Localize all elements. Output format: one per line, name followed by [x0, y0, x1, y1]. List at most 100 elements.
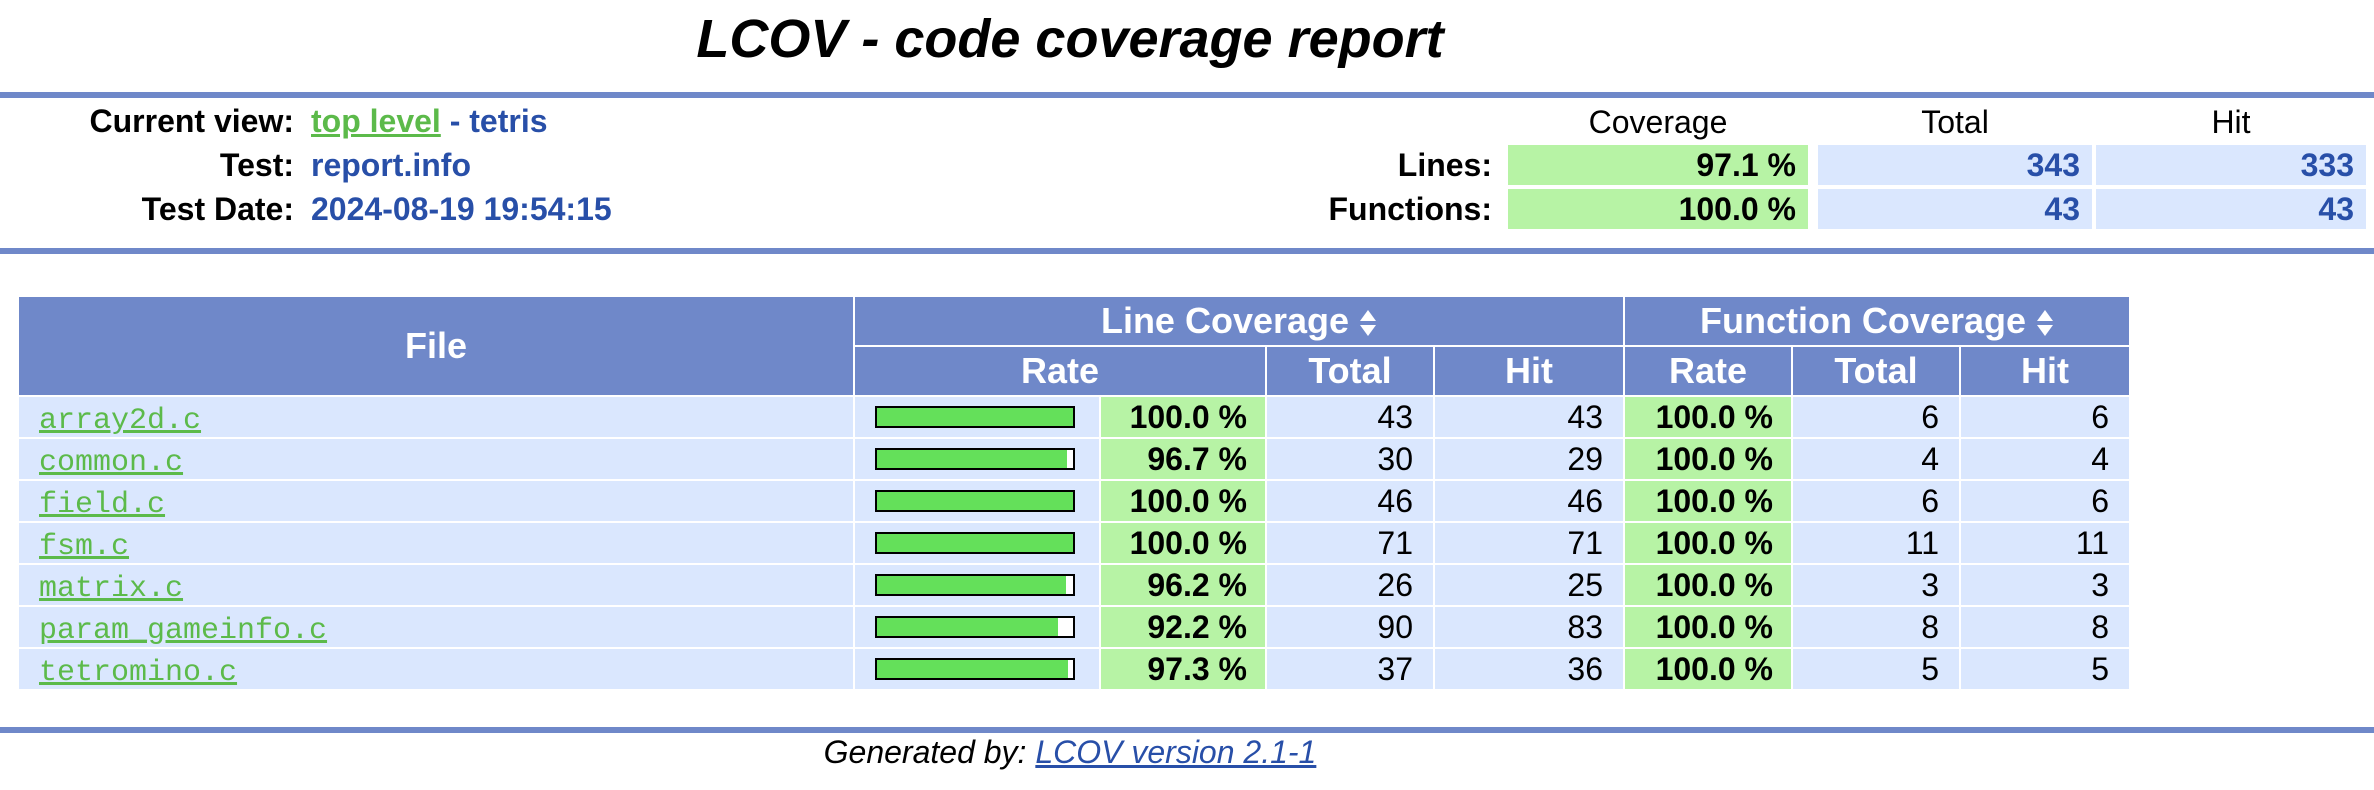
coverage-bar-fill	[877, 534, 1073, 552]
function-total-cell: 3	[1793, 565, 1959, 605]
line-hit-cell: 43	[1435, 397, 1623, 437]
line-total-cell: 46	[1267, 481, 1433, 521]
file-cell: array2d.c	[19, 397, 853, 438]
table-row: array2d.c 100.0 % 43 43 100.0 % 6 6	[19, 397, 2129, 438]
file-link[interactable]: array2d.c	[39, 404, 201, 438]
file-link[interactable]: common.c	[39, 446, 183, 480]
line-hit-cell: 29	[1435, 439, 1623, 479]
function-rate-cell: 100.0 %	[1625, 397, 1791, 437]
line-rate-cell: 96.2 %	[1101, 565, 1265, 605]
summary-functions-hit: 43	[2096, 189, 2366, 229]
line-coverage-bar-cell	[855, 481, 1099, 521]
function-total-cell: 6	[1793, 397, 1959, 437]
summary-lines-label: Lines:	[1397, 147, 1492, 183]
summary-lines-hit: 333	[2096, 145, 2366, 185]
function-rate-header: Rate	[1625, 347, 1791, 395]
line-hit-cell: 46	[1435, 481, 1623, 521]
function-hit-cell: 5	[1961, 649, 2129, 689]
line-total-cell: 43	[1267, 397, 1433, 437]
coverage-bar-fill	[877, 618, 1058, 636]
file-link[interactable]: param_gameinfo.c	[39, 614, 327, 648]
sort-icon[interactable]	[1359, 309, 1377, 337]
function-total-cell: 11	[1793, 523, 1959, 563]
line-coverage-bar-cell	[855, 439, 1099, 479]
page-title: LCOV - code coverage report	[696, 9, 1444, 69]
sort-icon[interactable]	[2036, 309, 2054, 337]
function-rate-cell: 100.0 %	[1625, 649, 1791, 689]
file-link[interactable]: fsm.c	[39, 530, 129, 564]
summary-total-header: Total	[1921, 104, 1989, 140]
line-total-cell: 37	[1267, 649, 1433, 689]
line-coverage-bar-cell	[855, 607, 1099, 647]
function-hit-cell: 11	[1961, 523, 2129, 563]
table-row: tetromino.c 97.3 % 37 36 100.0 % 5 5	[19, 649, 2129, 690]
test-date-label: Test Date:	[141, 191, 294, 227]
function-total-cell: 6	[1793, 481, 1959, 521]
line-coverage-bar-cell	[855, 649, 1099, 689]
coverage-bar	[875, 616, 1075, 638]
line-rate-header: Rate	[855, 347, 1265, 395]
function-hit-header: Hit	[1961, 347, 2129, 395]
line-hit-header: Hit	[1435, 347, 1623, 395]
current-view-name: tetris	[469, 103, 548, 139]
function-total-cell: 8	[1793, 607, 1959, 647]
line-total-cell: 71	[1267, 523, 1433, 563]
line-total-cell: 30	[1267, 439, 1433, 479]
table-row: param_gameinfo.c 92.2 % 90 83 100.0 % 8 8	[19, 607, 2129, 648]
line-total-cell: 90	[1267, 607, 1433, 647]
function-coverage-header-label: Function Coverage	[1699, 300, 2027, 341]
line-rate-cell: 96.7 %	[1101, 439, 1265, 479]
function-rate-cell: 100.0 %	[1625, 439, 1791, 479]
function-hit-cell: 4	[1961, 439, 2129, 479]
file-link[interactable]: tetromino.c	[39, 656, 237, 690]
function-hit-cell: 3	[1961, 565, 2129, 605]
summary-hit-header: Hit	[2211, 104, 2251, 140]
table-row: fsm.c 100.0 % 71 71 100.0 % 11 11	[19, 523, 2129, 564]
table-row: field.c 100.0 % 46 46 100.0 % 6 6	[19, 481, 2129, 522]
function-hit-cell: 6	[1961, 397, 2129, 437]
current-view: top level - tetris	[311, 103, 548, 140]
summary-functions-total: 43	[1818, 189, 2092, 229]
lcov-version-link[interactable]: LCOV version 2.1-1	[1035, 734, 1316, 770]
coverage-bar	[875, 448, 1075, 470]
file-link[interactable]: field.c	[39, 488, 165, 522]
line-rate-cell: 97.3 %	[1101, 649, 1265, 689]
line-rate-cell: 92.2 %	[1101, 607, 1265, 647]
function-hit-cell: 8	[1961, 607, 2129, 647]
bottom-rule	[0, 727, 2374, 733]
file-link[interactable]: matrix.c	[39, 572, 183, 606]
coverage-bar	[875, 658, 1075, 680]
test-date-value: 2024-08-19 19:54:15	[311, 191, 612, 227]
line-hit-cell: 25	[1435, 565, 1623, 605]
coverage-bar	[875, 532, 1075, 554]
middle-rule	[0, 248, 2374, 254]
function-rate-cell: 100.0 %	[1625, 607, 1791, 647]
top-level-link[interactable]: top level	[311, 103, 441, 139]
coverage-bar-fill	[877, 450, 1067, 468]
file-cell: tetromino.c	[19, 649, 853, 690]
summary-functions-coverage: 100.0 %	[1508, 189, 1808, 229]
line-coverage-header[interactable]: Line Coverage	[855, 297, 1623, 345]
line-rate-cell: 100.0 %	[1101, 523, 1265, 563]
function-total-cell: 4	[1793, 439, 1959, 479]
test-label: Test:	[219, 147, 294, 183]
function-rate-cell: 100.0 %	[1625, 481, 1791, 521]
line-rate-cell: 100.0 %	[1101, 397, 1265, 437]
function-rate-cell: 100.0 %	[1625, 565, 1791, 605]
file-cell: field.c	[19, 481, 853, 522]
summary-coverage-header: Coverage	[1588, 104, 1728, 140]
line-total-cell: 26	[1267, 565, 1433, 605]
coverage-bar	[875, 574, 1075, 596]
line-coverage-bar-cell	[855, 523, 1099, 563]
table-row: common.c 96.7 % 30 29 100.0 % 4 4	[19, 439, 2129, 480]
coverage-bar-fill	[877, 660, 1068, 678]
function-coverage-header[interactable]: Function Coverage	[1625, 297, 2129, 345]
summary-lines-coverage: 97.1 %	[1508, 145, 1808, 185]
line-hit-cell: 36	[1435, 649, 1623, 689]
top-rule	[0, 92, 2374, 98]
footer-prefix: Generated by:	[823, 734, 1036, 770]
coverage-bar-fill	[877, 408, 1073, 426]
coverage-bar	[875, 406, 1075, 428]
file-cell: param_gameinfo.c	[19, 607, 853, 648]
summary-functions-label: Functions:	[1328, 191, 1492, 227]
